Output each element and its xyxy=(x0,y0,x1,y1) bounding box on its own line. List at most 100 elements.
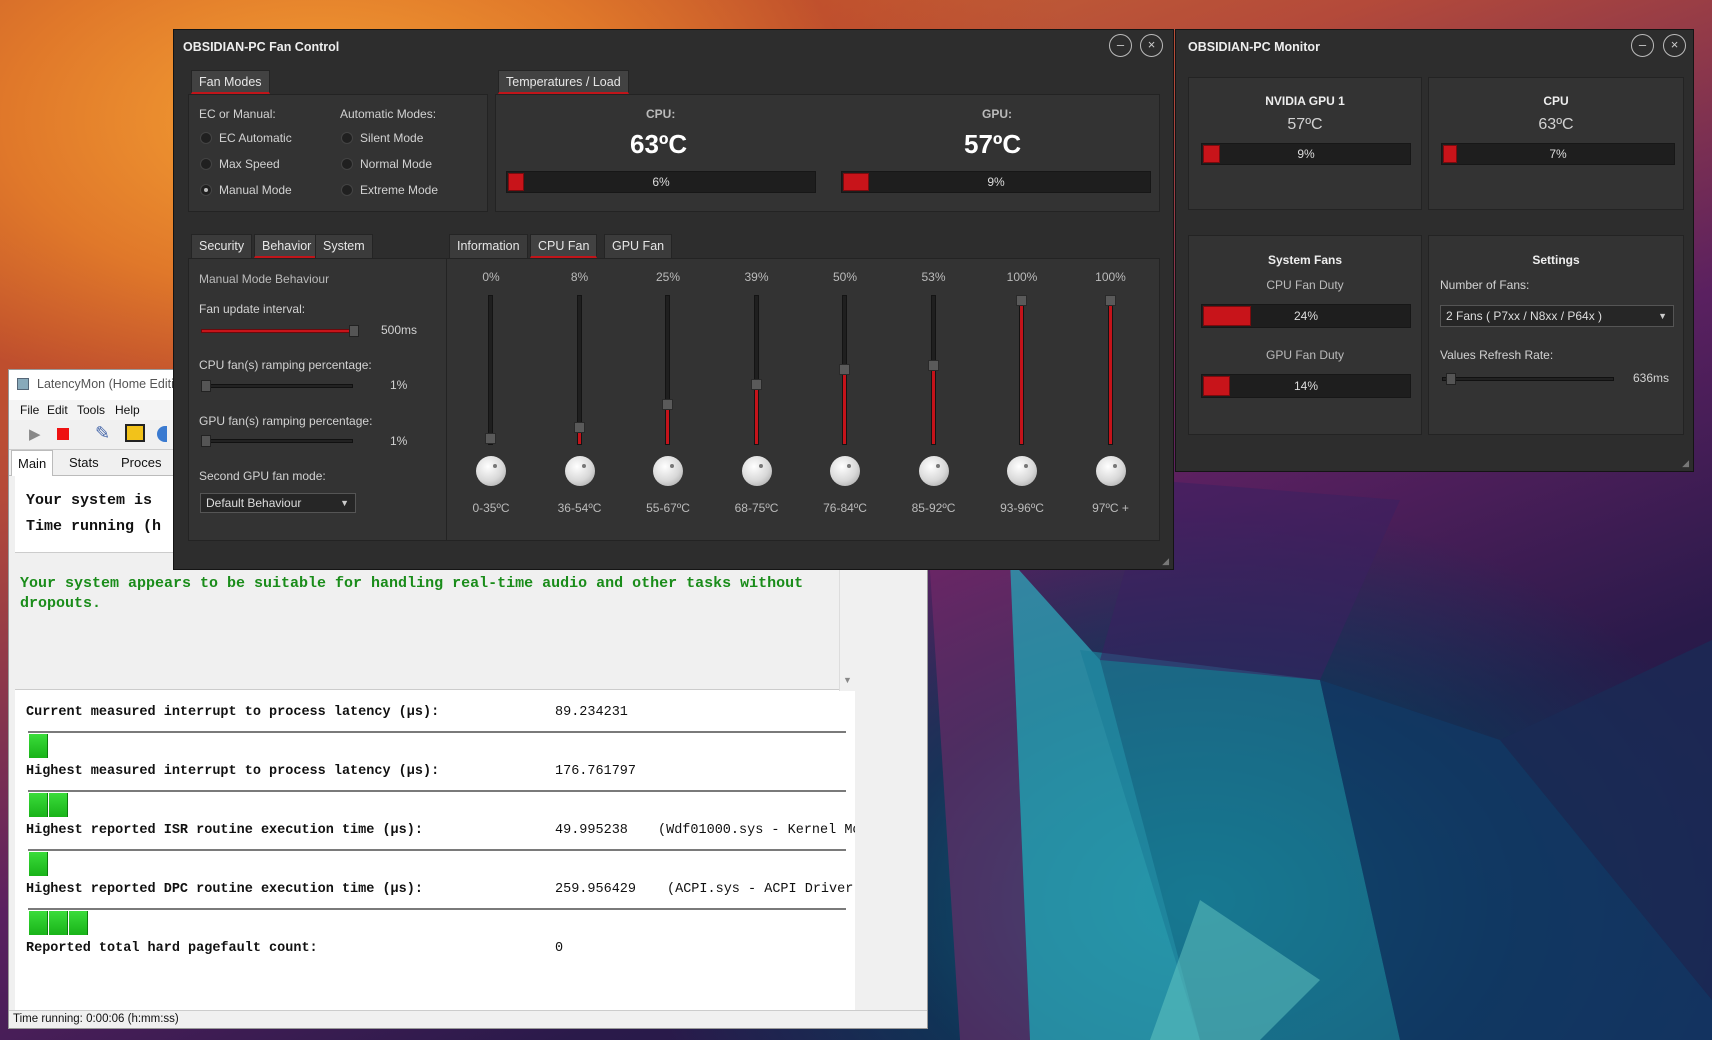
curve-slider-fill xyxy=(931,368,935,444)
curve-slider-track[interactable] xyxy=(665,295,670,445)
menu-edit[interactable]: Edit xyxy=(47,403,68,417)
second-gpu-label: Second GPU fan mode: xyxy=(199,469,326,483)
curve-temp-knob[interactable] xyxy=(476,456,506,486)
latency-label: Highest reported ISR routine execution t… xyxy=(26,823,423,838)
result-scrollbar[interactable]: ▲ ▼ xyxy=(839,553,855,691)
stop-icon[interactable] xyxy=(57,428,69,440)
max-speed-label: Max Speed xyxy=(219,157,280,171)
curve-slider-track[interactable] xyxy=(1019,295,1024,445)
curve-temp-knob[interactable] xyxy=(830,456,860,486)
curve-temp-knob[interactable] xyxy=(564,456,595,486)
curve-slider-thumb[interactable] xyxy=(839,364,850,375)
menu-help[interactable]: Help xyxy=(115,403,140,417)
tab-information[interactable]: Information xyxy=(449,234,528,258)
curve-temp-knob[interactable] xyxy=(1007,456,1037,486)
minimize-icon[interactable]: – xyxy=(1109,34,1132,57)
latency-meter xyxy=(28,849,846,876)
gpu-monitor-bar: 9% xyxy=(1201,143,1411,165)
tab-behavior[interactable]: Behavior xyxy=(254,234,320,258)
automatic-modes-label: Automatic Modes: xyxy=(340,107,437,121)
latency-meter-segment xyxy=(49,911,68,935)
play-icon[interactable]: ▶ xyxy=(29,425,41,443)
tab-gpu-fan[interactable]: GPU Fan xyxy=(604,234,673,258)
tab-cpu-fan[interactable]: CPU Fan xyxy=(530,234,598,258)
cpu-duty-label: CPU Fan Duty xyxy=(1266,278,1344,292)
curve-temp-knob[interactable] xyxy=(653,456,683,486)
radio-normal-mode[interactable] xyxy=(341,158,353,170)
curve-slider-thumb[interactable] xyxy=(662,398,673,410)
radio-max-speed[interactable] xyxy=(200,158,212,170)
gpu-ramp-slider[interactable] xyxy=(201,439,353,443)
tools-icon[interactable]: ✎ xyxy=(95,423,110,444)
tab-system[interactable]: System xyxy=(315,234,373,258)
resize-grip-icon[interactable]: ◢ xyxy=(1682,458,1689,469)
curve-slider-thumb[interactable] xyxy=(1104,295,1116,306)
curve-temp-knob[interactable] xyxy=(1095,456,1126,486)
number-of-fans-select[interactable]: 2 Fans ( P7xx / N8xx / P64x ) ▼ xyxy=(1440,305,1674,327)
latency-meter-segment xyxy=(29,852,48,876)
curve-slider-fill xyxy=(577,432,581,444)
silent-mode-label: Silent Mode xyxy=(360,131,424,145)
curve-slider-thumb[interactable] xyxy=(1016,295,1027,306)
curve-slider-track[interactable] xyxy=(753,295,759,445)
curve-temp-knob[interactable] xyxy=(741,456,772,486)
close-icon[interactable]: × xyxy=(1140,34,1163,57)
behavior-panel: Manual Mode Behaviour Fan update interva… xyxy=(188,258,454,541)
latency-meter-segment xyxy=(69,911,88,935)
cpu-monitor-temp: 63ºC xyxy=(1538,116,1574,133)
curve-slider-track[interactable] xyxy=(1107,295,1113,445)
fan-update-slider[interactable] xyxy=(201,329,353,333)
curve-percent-label: 8% xyxy=(570,270,589,284)
curve-slider-track[interactable] xyxy=(488,295,493,445)
refresh-rate-thumb[interactable] xyxy=(1446,373,1456,385)
system-fans-title: System Fans xyxy=(1267,253,1343,267)
time-running-status: Time running: 0:00:06 (h:mm:ss) xyxy=(13,1013,179,1025)
help-icon[interactable] xyxy=(157,426,167,442)
cpu-ramp-thumb[interactable] xyxy=(201,380,211,392)
curve-percent-label: 39% xyxy=(744,270,769,284)
cpu-monitor-bar: 7% xyxy=(1441,143,1675,165)
windows-icon[interactable] xyxy=(125,424,145,442)
gpu-ramp-thumb[interactable] xyxy=(201,435,211,447)
curve-slider-thumb[interactable] xyxy=(927,359,939,371)
lm-title: LatencyMon (Home Editi xyxy=(37,377,174,391)
tab-main[interactable]: Main xyxy=(11,450,54,476)
second-gpu-select[interactable]: Default Behaviour ▼ xyxy=(200,493,356,513)
curve-slider-thumb[interactable] xyxy=(573,421,585,433)
scroll-down-icon[interactable]: ▼ xyxy=(843,675,852,685)
latency-value: 0 xyxy=(555,941,564,956)
tab-processes[interactable]: Proces xyxy=(121,455,161,470)
cpu-ramp-slider[interactable] xyxy=(201,384,353,388)
latency-label: Highest reported DPC routine execution t… xyxy=(26,882,423,897)
gpu-temp-label: GPU: xyxy=(982,107,1012,121)
curve-slider-thumb[interactable] xyxy=(485,433,496,444)
tab-stats[interactable]: Stats xyxy=(69,455,99,470)
tab-temperatures-load[interactable]: Temperatures / Load xyxy=(498,70,629,94)
refresh-rate-slider[interactable] xyxy=(1442,377,1614,381)
latency-meter-segment xyxy=(49,793,68,817)
curve-temp-knob[interactable] xyxy=(918,456,949,486)
menu-tools[interactable]: Tools xyxy=(77,403,105,417)
radio-extreme-mode[interactable] xyxy=(341,184,353,196)
second-gpu-value: Default Behaviour xyxy=(206,496,302,510)
radio-silent-mode[interactable] xyxy=(341,132,353,144)
curve-slider-thumb[interactable] xyxy=(750,379,762,391)
fan-update-thumb[interactable] xyxy=(349,325,359,337)
cpu-temp-label: CPU: xyxy=(646,107,676,121)
tab-security[interactable]: Security xyxy=(191,234,253,258)
radio-manual-mode[interactable] xyxy=(200,184,212,196)
menu-file[interactable]: File xyxy=(20,403,39,417)
tab-fan-modes[interactable]: Fan Modes xyxy=(191,70,270,94)
minimize-icon[interactable]: – xyxy=(1631,34,1654,57)
resize-grip-icon[interactable]: ◢ xyxy=(1162,556,1169,567)
refresh-rate-label: Values Refresh Rate: xyxy=(1440,348,1554,362)
radio-ec-automatic[interactable] xyxy=(200,132,212,144)
cpu-ramp-label: CPU fan(s) ramping percentage: xyxy=(199,358,372,372)
ec-manual-label: EC or Manual: xyxy=(199,107,276,121)
gpu-monitor-panel: NVIDIA GPU 1 57ºC 9% xyxy=(1188,77,1422,210)
gpu-temp-value: 57ºC xyxy=(964,129,1022,159)
curve-temp-range-label: 93-96ºC xyxy=(1000,501,1044,515)
latency-meter-segment xyxy=(29,734,48,758)
fan-control-title: OBSIDIAN-PC Fan Control xyxy=(183,40,340,54)
close-icon[interactable]: × xyxy=(1663,34,1686,57)
